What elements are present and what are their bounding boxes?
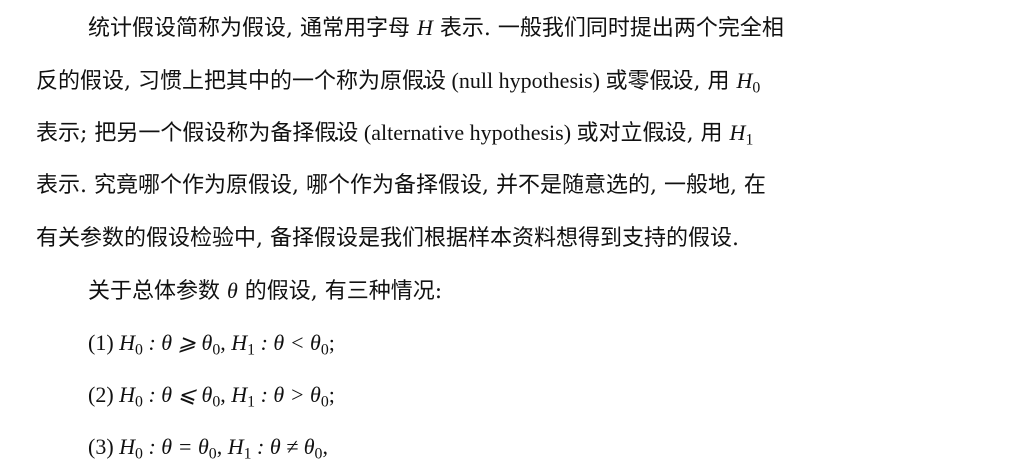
symbol-H: H xyxy=(416,15,433,40)
case-number: (3) xyxy=(88,434,120,459)
emphasis-term: 假设 xyxy=(642,121,687,146)
text-run: 表示. 究竟哪个作为原假设, 哪个作为备择假设, 并不是随意选的, 一般地, 在 xyxy=(36,173,766,198)
paragraph-2-intro: 关于总体参数 θ 的假设, 有三种情况: xyxy=(88,266,442,316)
paragraph-line-4: 表示. 究竟哪个作为原假设, 哪个作为备择假设, 并不是随意选的, 一般地, 在 xyxy=(36,161,766,211)
paragraph-line-5: 有关参数的假设检验中, 备择假设是我们根据样本资料想得到支持的假设. xyxy=(36,214,739,264)
emphasis-term: 假设 xyxy=(314,121,359,146)
case-2: (2) H0 : θ ⩽ θ0, H1 : θ > θ0; xyxy=(88,370,335,420)
text-run: 或零 xyxy=(605,69,650,94)
hypothesis-formula: H0 : θ ⩽ θ0, H1 : θ > θ0; xyxy=(119,382,335,411)
case-1: (1) H0 : θ ⩾ θ0, H1 : θ < θ0; xyxy=(88,318,335,368)
paragraph-line-2: 反的假设, 习惯上把其中的一个称为原假设 (null hypothesis) 或… xyxy=(36,56,760,106)
case-3: (3) H0 : θ = θ0, H1 : θ ≠ θ0, xyxy=(88,422,328,472)
emphasis-term: 假设 xyxy=(402,69,447,94)
text-run: , 用 xyxy=(693,69,737,94)
hypothesis-formula: H0 : θ = θ0, H1 : θ ≠ θ0, xyxy=(119,434,328,463)
symbol-H0: H0 xyxy=(736,68,761,97)
symbol-H1: H1 xyxy=(729,120,754,149)
case-number: (2) xyxy=(88,382,120,407)
emphasis-term: 假设 xyxy=(649,69,694,94)
text-run: 表示; 把另一个假设称为备择 xyxy=(36,121,315,146)
paragraph-line-1: 统计假设简称为假设, 通常用字母 H 表示. 一般我们同时提出两个完全相 xyxy=(88,3,784,53)
text-run: 或对立 xyxy=(576,121,643,146)
hypothesis-formula: H0 : θ ⩾ θ0, H1 : θ < θ0; xyxy=(119,330,335,359)
text-run: , 用 xyxy=(686,121,730,146)
symbol-theta: θ xyxy=(227,278,238,303)
text-run: 反的假设, 习惯上把其中的一个称为原 xyxy=(36,69,402,94)
english-term: (alternative hypothesis) xyxy=(358,120,577,145)
text-run: 统计假设简称为假设, 通常用字母 xyxy=(88,16,417,41)
english-term: (null hypothesis) xyxy=(446,68,606,93)
text-run: 表示. 一般我们同时提出两个完全相 xyxy=(432,16,784,41)
text-run: 关于总体参数 xyxy=(88,279,227,304)
text-run: 的假设, 有三种情况: xyxy=(237,279,443,304)
case-number: (1) xyxy=(88,330,120,355)
paragraph-line-3: 表示; 把另一个假设称为备择假设 (alternative hypothesis… xyxy=(36,108,753,158)
text-run: 有关参数的假设检验中, 备择假设是我们根据样本资料想得到支持的假设. xyxy=(36,226,739,251)
